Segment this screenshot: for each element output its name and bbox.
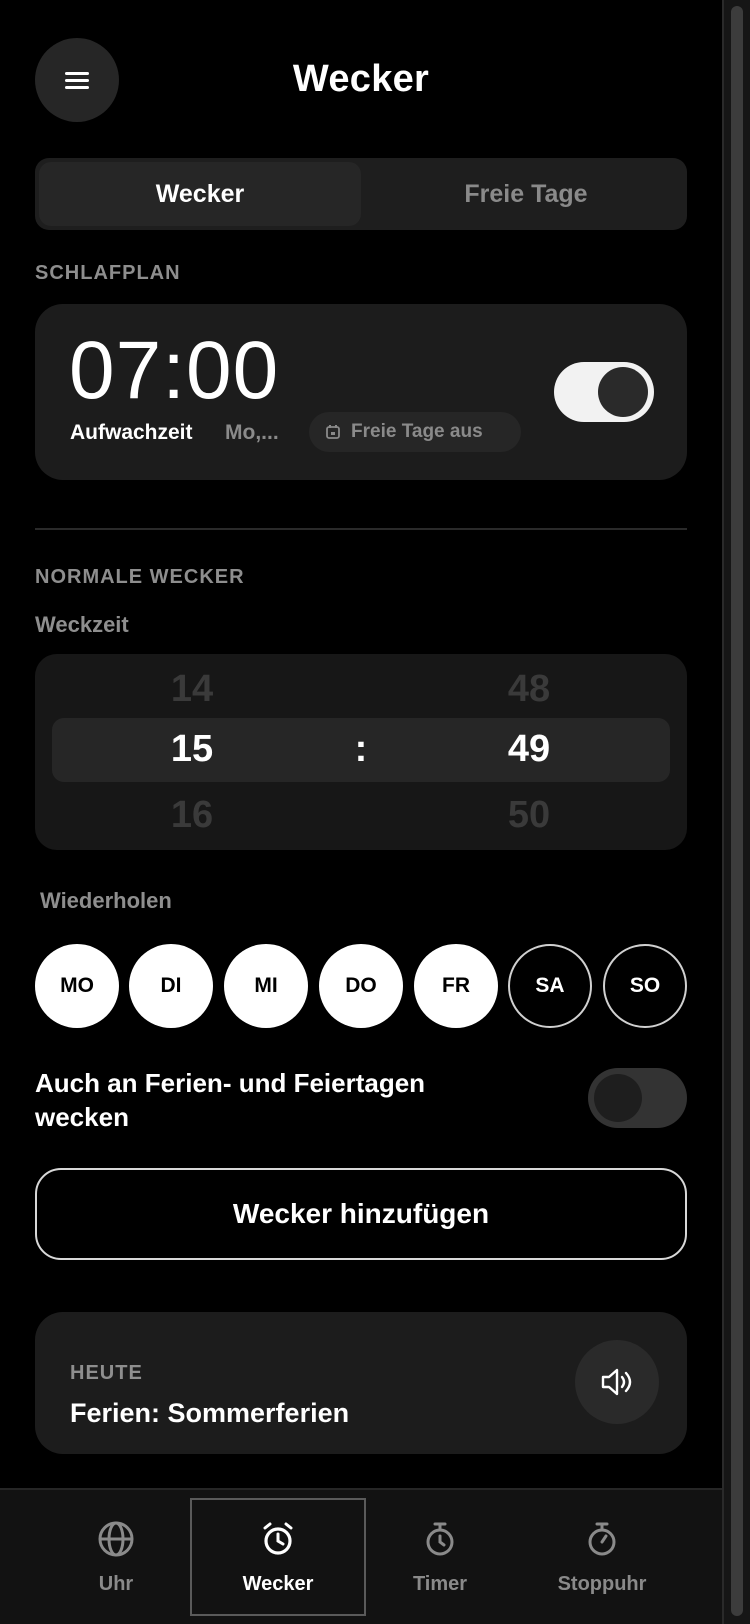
segmented-control: Wecker Freie Tage: [35, 158, 687, 230]
holiday-toggle[interactable]: [588, 1068, 687, 1128]
scrollbar[interactable]: [722, 0, 750, 1624]
holiday-toggle-label: Auch an Ferien- und Feiertagen wecken: [35, 1068, 426, 1132]
free-days-chip[interactable]: Freie Tage aus: [309, 412, 521, 452]
tabbar-item-uhr[interactable]: Uhr: [28, 1498, 204, 1616]
today-holiday-text: Ferien: Sommerferien: [70, 1398, 350, 1428]
hour-next[interactable]: 16: [132, 794, 252, 837]
section-divider: [35, 528, 687, 530]
today-card: HEUTE Ferien: Sommerferien: [35, 1312, 687, 1454]
wake-days-summary: Mo,...: [225, 421, 279, 444]
scrollbar-thumb[interactable]: [731, 6, 743, 1616]
wake-label: Aufwachzeit: [70, 421, 193, 444]
tabbar-item-wecker[interactable]: Wecker: [190, 1498, 366, 1616]
today-label: HEUTE: [70, 1362, 143, 1384]
calendar-icon: [326, 425, 340, 439]
timer-icon: [426, 1522, 454, 1555]
hour-selected[interactable]: 15: [132, 728, 252, 771]
tabbar-label-stoppuhr: Stoppuhr: [557, 1572, 647, 1595]
globe-icon: [98, 1521, 134, 1556]
minute-selected[interactable]: 49: [469, 728, 589, 771]
add-alarm-button[interactable]: Wecker hinzufügen: [35, 1168, 687, 1260]
tab-freie-tage[interactable]: Freie Tage: [365, 158, 687, 230]
alarm-clock-icon: [263, 1522, 293, 1555]
day-do[interactable]: DO: [319, 944, 403, 1028]
section-label-normale-wecker: NORMALE WECKER: [35, 566, 245, 588]
sound-button[interactable]: [575, 1340, 659, 1424]
toggle-knob: [598, 367, 648, 417]
weckzeit-label: Weckzeit: [35, 612, 129, 637]
day-so[interactable]: SO: [603, 944, 687, 1028]
free-days-chip-label: Freie Tage aus: [351, 421, 483, 442]
day-mo[interactable]: MO: [35, 944, 119, 1028]
day-mi[interactable]: MI: [224, 944, 308, 1028]
speaker-icon: [601, 1368, 632, 1396]
sleep-schedule-card[interactable]: 07:00 Aufwachzeit Mo,... Freie Tage aus: [35, 304, 687, 480]
time-picker[interactable]: 14 15 16 : 48 49 50: [35, 654, 687, 850]
sleep-schedule-toggle[interactable]: [554, 362, 654, 422]
minute-prev[interactable]: 48: [469, 668, 589, 711]
section-label-schlafplan: SCHLAFPLAN: [35, 262, 181, 284]
day-sa[interactable]: SA: [508, 944, 592, 1028]
day-di[interactable]: DI: [129, 944, 213, 1028]
hour-prev[interactable]: 14: [132, 668, 252, 711]
wiederholen-label: Wiederholen: [40, 888, 172, 913]
tabbar-label-uhr: Uhr: [98, 1572, 134, 1595]
stopwatch-icon: [588, 1522, 616, 1555]
toggle-knob: [594, 1074, 642, 1122]
tab-wecker[interactable]: Wecker: [39, 162, 361, 226]
tabbar-label-timer: Timer: [412, 1572, 468, 1595]
bottom-tab-bar: Uhr Wecker Timer Stoppuhr: [0, 1488, 722, 1624]
tabbar-label-wecker: Wecker: [242, 1572, 314, 1595]
tabbar-item-stoppuhr[interactable]: Stoppuhr: [514, 1498, 690, 1616]
minute-next[interactable]: 50: [469, 794, 589, 837]
time-separator: :: [354, 728, 368, 770]
alarm-app: Wecker Wecker Freie Tage SCHLAFPLAN 07:0…: [0, 0, 722, 1624]
tabbar-item-timer[interactable]: Timer: [352, 1498, 528, 1616]
page-title: Wecker: [292, 58, 430, 100]
wake-time: 07:00: [69, 325, 280, 416]
day-fr[interactable]: FR: [414, 944, 498, 1028]
weekday-selector: MO DI MI DO FR SA SO: [35, 944, 687, 1028]
